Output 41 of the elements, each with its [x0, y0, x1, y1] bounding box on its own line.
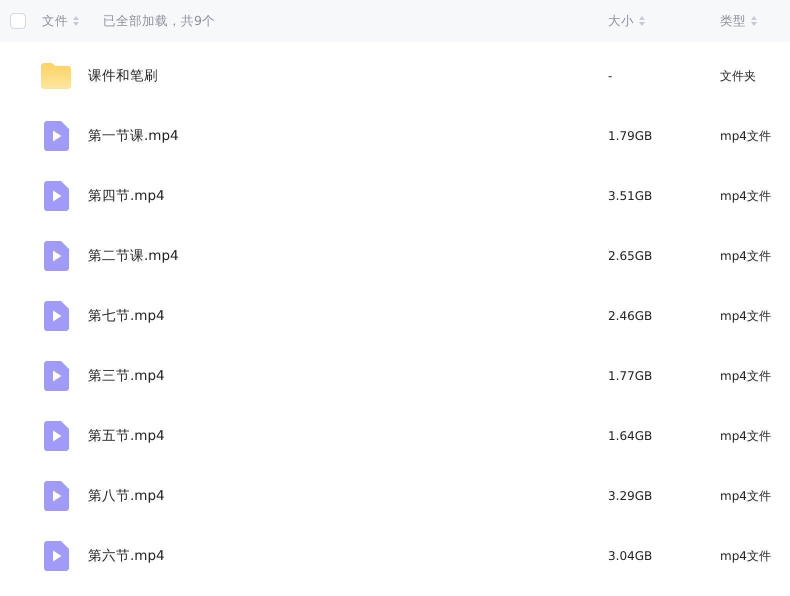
video-file-icon	[44, 541, 68, 571]
file-name[interactable]: 第六节.mp4	[88, 547, 608, 565]
file-name[interactable]: 第三节.mp4	[88, 367, 608, 385]
file-size: 1.64GB	[608, 429, 654, 443]
file-type: mp4文件	[720, 368, 772, 384]
file-type: mp4文件	[720, 548, 772, 564]
video-file-icon	[44, 361, 68, 391]
file-type: mp4文件	[720, 188, 772, 204]
file-name[interactable]: 第五节.mp4	[88, 427, 608, 445]
sort-icon[interactable]	[73, 16, 79, 26]
file-type: mp4文件	[720, 248, 772, 264]
sort-icon[interactable]	[639, 16, 645, 26]
file-type: mp4文件	[720, 428, 772, 444]
folder-icon	[41, 63, 71, 89]
sort-icon[interactable]	[751, 16, 757, 26]
video-file-icon	[44, 121, 68, 151]
file-name[interactable]: 第八节.mp4	[88, 487, 608, 505]
video-file-icon	[44, 181, 68, 211]
video-file-icon	[44, 301, 68, 331]
file-type: mp4文件	[720, 488, 772, 504]
select-all-checkbox[interactable]	[10, 13, 26, 29]
file-name[interactable]: 第一节课.mp4	[88, 127, 608, 145]
file-size: 3.29GB	[608, 489, 654, 503]
file-size: 2.65GB	[608, 249, 654, 263]
video-file-icon	[44, 421, 68, 451]
file-size: 1.77GB	[608, 369, 654, 383]
file-size: -	[608, 69, 614, 83]
file-type: mp4文件	[720, 128, 772, 144]
video-file-icon	[44, 241, 68, 271]
file-type: 文件夹	[720, 68, 757, 84]
file-name[interactable]: 第二节课.mp4	[88, 247, 608, 265]
video-file-icon	[44, 481, 68, 511]
file-name[interactable]: 第七节.mp4	[88, 307, 608, 325]
status-text: 已全部加载，共9个	[103, 12, 216, 30]
file-name[interactable]: 第四节.mp4	[88, 187, 608, 205]
file-size: 2.46GB	[608, 309, 654, 323]
file-type: mp4文件	[720, 308, 772, 324]
file-size: 3.04GB	[608, 549, 654, 563]
file-size: 1.79GB	[608, 129, 654, 143]
file-name[interactable]: 课件和笔刷	[88, 67, 608, 85]
file-size: 3.51GB	[608, 189, 654, 203]
